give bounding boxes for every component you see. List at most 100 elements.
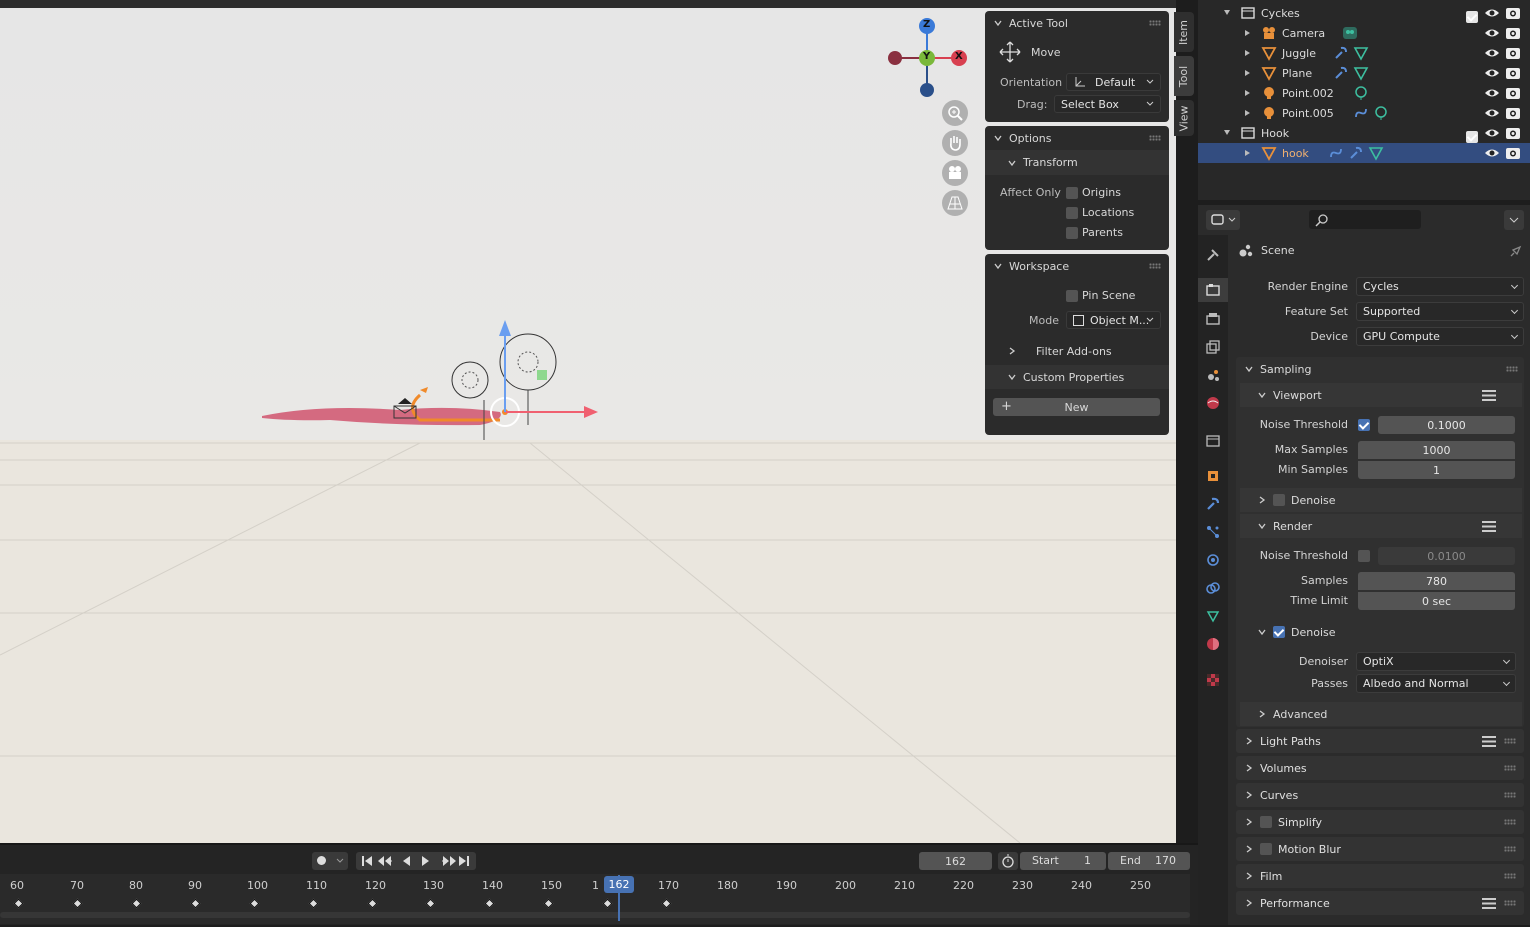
visibility-eye-icon[interactable] — [1484, 145, 1500, 161]
chevron-right-icon[interactable] — [1007, 346, 1017, 356]
timeline-scrollbar[interactable] — [0, 912, 1190, 918]
outliner-row[interactable]: Camera — [1198, 23, 1530, 43]
panel-grip-icon[interactable] — [1504, 792, 1516, 798]
keyframe-marker[interactable] — [543, 898, 554, 909]
view-layer-tab-icon[interactable] — [1206, 340, 1220, 354]
modifier-wrench-icon[interactable] — [1348, 145, 1364, 161]
pin-icon[interactable] — [1509, 244, 1523, 258]
object-tab-icon[interactable] — [1206, 469, 1220, 483]
modifier-wrench-icon[interactable] — [1333, 65, 1349, 81]
outliner-row[interactable]: Juggle — [1198, 43, 1530, 63]
physics-tab-icon[interactable] — [1206, 553, 1220, 567]
samples-field[interactable]: 780 — [1358, 572, 1515, 590]
parents-checkbox[interactable] — [1066, 227, 1078, 239]
panel-grip-icon[interactable] — [1504, 846, 1516, 852]
exclude-checkbox[interactable] — [1466, 131, 1478, 143]
timeline-editor[interactable]: 162 Start 1 End 170 60 70 80 90 100 110 120 130… — [0, 843, 1198, 925]
denoiser-dropdown[interactable]: OptiX — [1356, 652, 1516, 671]
render-camera-icon[interactable] — [1505, 45, 1521, 61]
mode-dropdown[interactable]: Object M... — [1066, 311, 1161, 329]
outliner-row[interactable]: hook — [1198, 143, 1530, 163]
panel-grip-icon[interactable] — [1506, 366, 1518, 372]
tool-tab-icon[interactable] — [1206, 248, 1220, 262]
active-tool-header[interactable]: Active Tool — [985, 11, 1169, 35]
camera-view-icon[interactable] — [945, 163, 965, 183]
panel-grip-icon[interactable] — [1504, 900, 1516, 906]
keyframe-marker[interactable] — [367, 898, 378, 909]
drag-dropdown[interactable]: Select Box — [1054, 95, 1161, 113]
data-tab-icon[interactable] — [1206, 609, 1220, 623]
disclosure-arrow-icon[interactable] — [1245, 110, 1250, 116]
section-header-film[interactable]: Film — [1236, 864, 1524, 888]
render-tab-icon[interactable] — [1206, 283, 1220, 297]
min-samples-field[interactable]: 1 — [1358, 461, 1515, 479]
keyframe-marker[interactable] — [190, 898, 201, 909]
presets-list-icon[interactable] — [1482, 898, 1496, 909]
advanced-subpanel-header[interactable]: Advanced — [1240, 702, 1522, 726]
outliner-row[interactable]: Point.002 — [1198, 83, 1530, 103]
properties-options-dropdown[interactable] — [1504, 210, 1524, 230]
gizmo-x-label[interactable]: X — [955, 51, 963, 62]
origins-checkbox[interactable] — [1066, 187, 1078, 199]
light-data-icon[interactable] — [1373, 105, 1389, 121]
render-camera-icon[interactable] — [1505, 105, 1521, 121]
panel-grip-icon[interactable] — [1149, 20, 1161, 26]
section-header-light-paths[interactable]: Light Paths — [1236, 729, 1524, 753]
render-camera-icon[interactable] — [1505, 85, 1521, 101]
transform-subpanel-header[interactable]: Transform — [985, 150, 1169, 175]
options-header[interactable]: Options — [985, 126, 1169, 150]
gizmo-z-label[interactable]: Z — [923, 19, 930, 30]
disclosure-arrow-icon[interactable] — [1245, 50, 1250, 56]
outliner-row[interactable]: Hook — [1198, 123, 1530, 143]
mesh-data-icon[interactable] — [1353, 65, 1369, 81]
visibility-eye-icon[interactable] — [1484, 105, 1500, 121]
visibility-eye-icon[interactable] — [1484, 25, 1500, 41]
outliner-row[interactable]: Point.005 — [1198, 103, 1530, 123]
texture-tab-icon[interactable] — [1206, 673, 1220, 687]
section-header-simplify[interactable]: Simplify — [1236, 810, 1524, 834]
collection-tab-icon[interactable] — [1206, 433, 1220, 447]
keyframe-marker[interactable] — [661, 898, 672, 909]
disclosure-arrow-icon[interactable] — [1224, 10, 1230, 15]
presets-list-icon[interactable] — [1482, 736, 1496, 747]
tab-view[interactable]: View — [1174, 100, 1194, 136]
keyframe-marker[interactable] — [249, 898, 260, 909]
mesh-data-icon[interactable] — [1368, 145, 1384, 161]
feature-set-dropdown[interactable]: Supported — [1356, 302, 1524, 321]
material-tab-icon[interactable] — [1206, 637, 1220, 651]
new-property-button[interactable]: + New — [993, 398, 1160, 416]
section-header-curves[interactable]: Curves — [1236, 783, 1524, 807]
panel-grip-icon[interactable] — [1504, 738, 1516, 744]
world-tab-icon[interactable] — [1206, 396, 1220, 410]
render-noise-threshold-checkbox[interactable] — [1358, 550, 1370, 562]
keyframe-marker[interactable] — [484, 898, 495, 909]
viewport-denoise-checkbox[interactable] — [1273, 494, 1285, 506]
camera-data-icon[interactable] — [1342, 25, 1358, 41]
particles-tab-icon[interactable] — [1206, 525, 1220, 539]
disclosure-arrow-icon[interactable] — [1245, 90, 1250, 96]
gizmo-y-label[interactable]: Y — [923, 51, 930, 62]
outliner-row[interactable]: Cyckes — [1198, 3, 1530, 23]
panel-grip-icon[interactable] — [1504, 819, 1516, 825]
modifier-wrench-icon[interactable] — [1333, 45, 1349, 61]
light-data-icon[interactable] — [1353, 85, 1369, 101]
render-engine-dropdown[interactable]: Cycles — [1356, 277, 1524, 296]
render-camera-icon[interactable] — [1505, 125, 1521, 141]
move-tool-icon[interactable] — [999, 41, 1021, 63]
disclosure-arrow-icon[interactable] — [1245, 70, 1250, 76]
render-denoise-checkbox[interactable] — [1273, 626, 1285, 638]
sampling-header[interactable]: Sampling — [1236, 357, 1524, 381]
keyframe-marker[interactable] — [308, 898, 319, 909]
editor-type-button[interactable] — [1206, 210, 1240, 230]
custom-properties-header[interactable]: Custom Properties — [985, 365, 1169, 389]
passes-dropdown[interactable]: Albedo and Normal — [1356, 674, 1516, 693]
section-enable-checkbox[interactable] — [1260, 816, 1272, 828]
keyframe-marker[interactable] — [13, 898, 24, 909]
presets-list-icon[interactable] — [1482, 521, 1496, 532]
disclosure-arrow-icon[interactable] — [1224, 130, 1230, 135]
output-tab-icon[interactable] — [1206, 312, 1220, 326]
section-header-volumes[interactable]: Volumes — [1236, 756, 1524, 780]
visibility-eye-icon[interactable] — [1484, 65, 1500, 81]
render-subpanel-header[interactable]: Render — [1240, 514, 1522, 538]
viewport-subpanel-header[interactable]: Viewport — [1240, 383, 1522, 407]
